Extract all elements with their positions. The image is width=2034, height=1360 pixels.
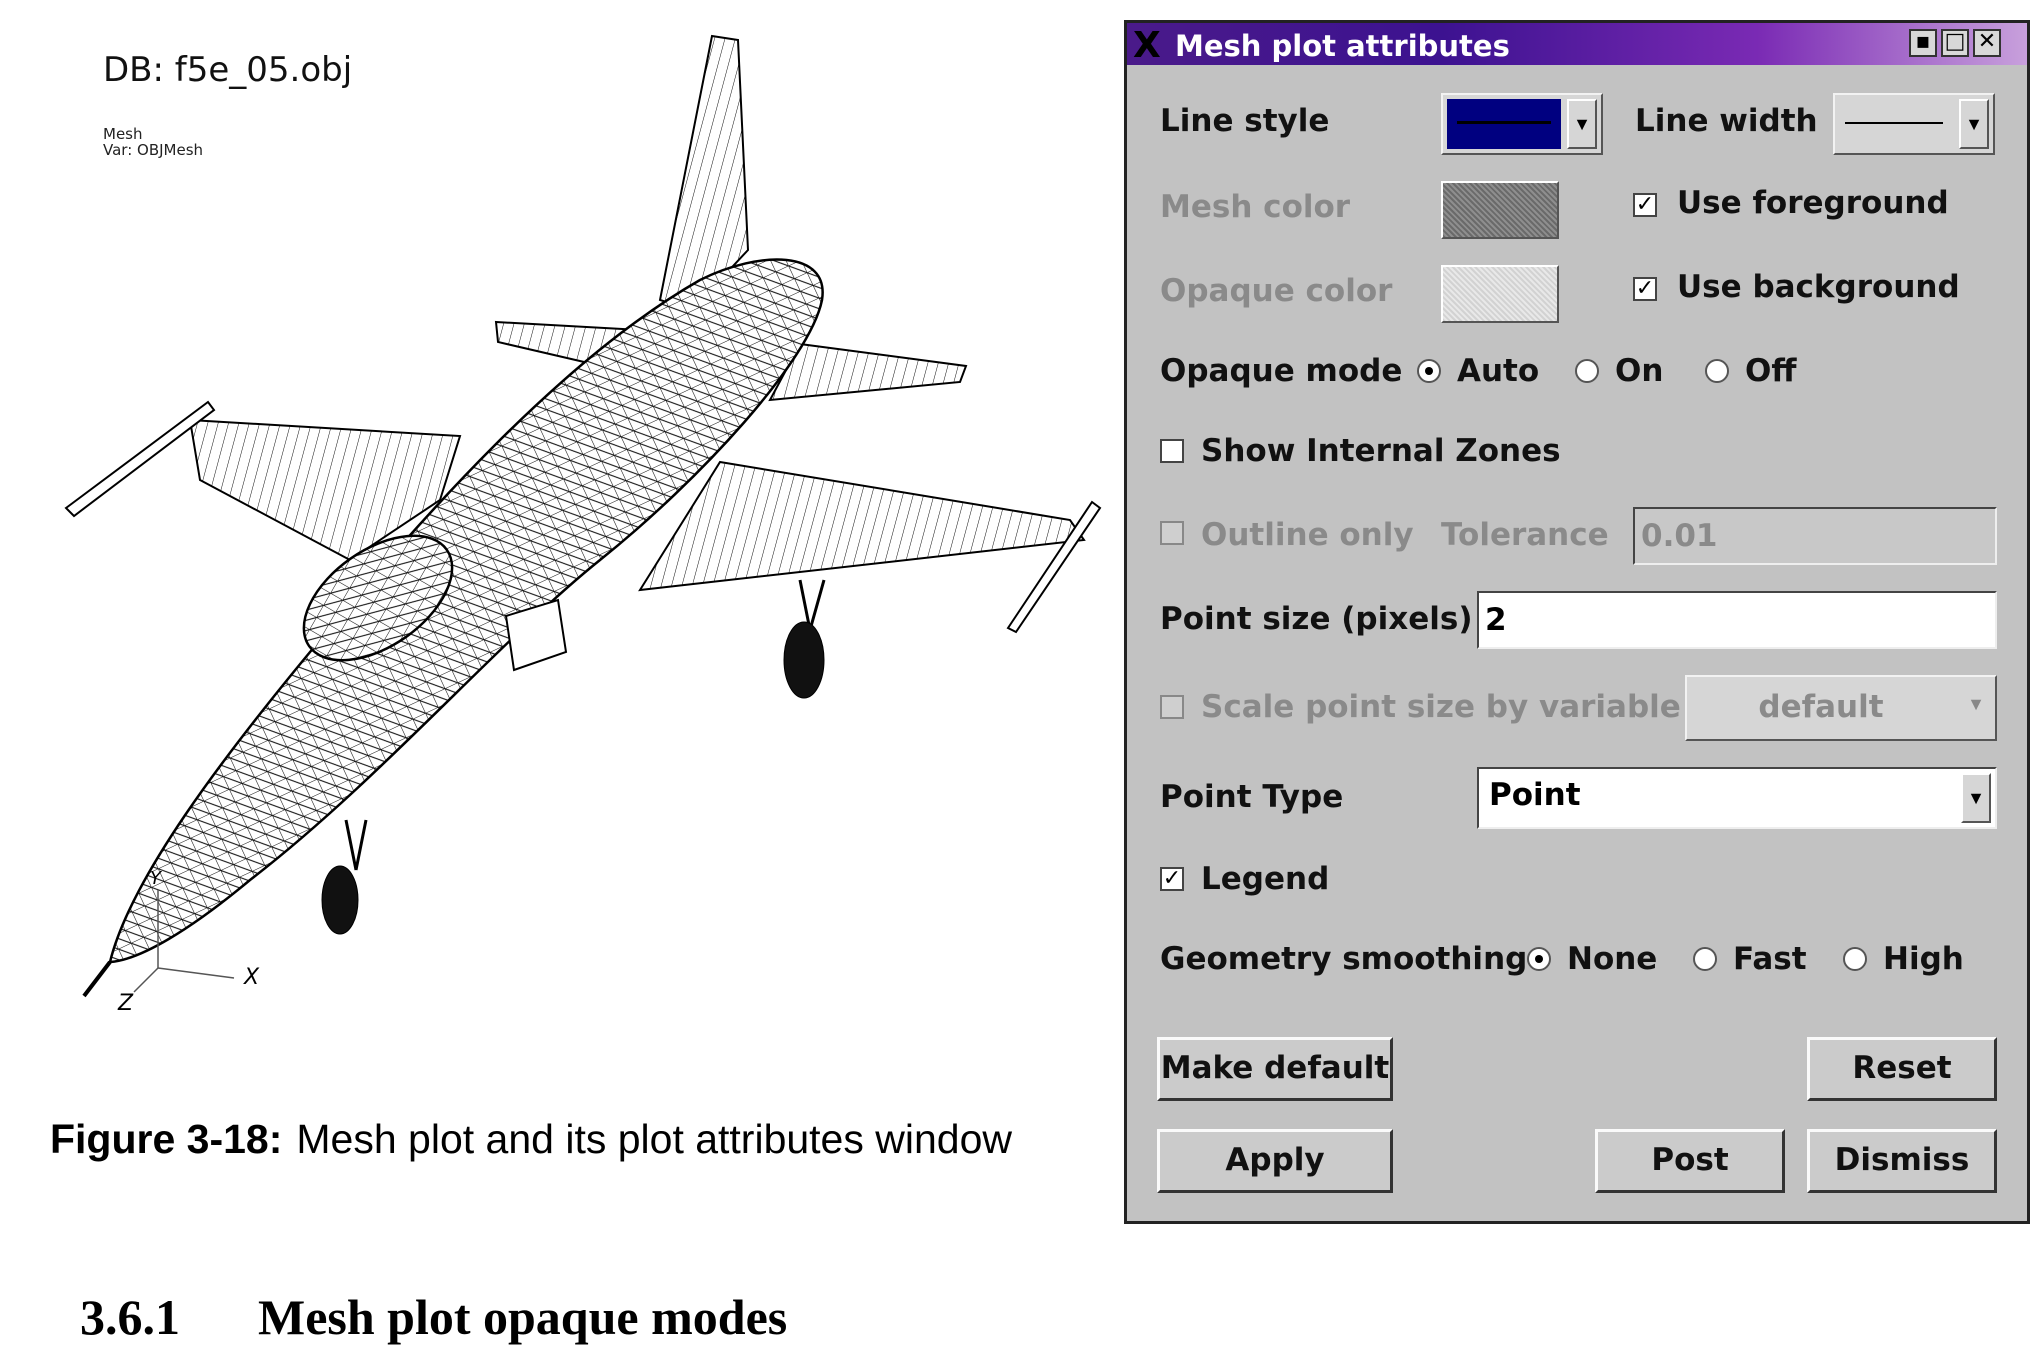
opaque-mode-label: Opaque mode	[1160, 353, 1403, 389]
point-size-label: Point size (pixels)	[1160, 601, 1473, 637]
line-style-dropdown[interactable]: ▼	[1441, 93, 1603, 155]
main-wheel	[783, 621, 825, 699]
opaque-mode-auto-label: Auto	[1457, 353, 1540, 389]
use-foreground-label: Use foreground	[1677, 185, 1949, 221]
opaque-mode-auto-radio[interactable]	[1417, 359, 1441, 383]
close-icon[interactable]: ✕	[1973, 29, 2001, 57]
tolerance-label: Tolerance	[1441, 517, 1609, 553]
nose-wheel	[321, 865, 359, 935]
chevron-down-icon[interactable]: ▼	[1961, 773, 1991, 823]
line-style-sample	[1457, 121, 1551, 124]
opaque-mode-on-label: On	[1615, 353, 1664, 389]
section-number: 3.6.1	[80, 1289, 180, 1345]
z-axis-line	[133, 967, 159, 993]
make-default-button[interactable]: Make default	[1157, 1037, 1393, 1101]
dismiss-button[interactable]: Dismiss	[1807, 1129, 1997, 1193]
opaque-mode-off-label: Off	[1745, 353, 1797, 389]
maximize-icon[interactable]: □	[1941, 29, 1969, 57]
smoothing-fast-label: Fast	[1733, 941, 1807, 977]
x-axis-line	[157, 967, 235, 979]
opaque-mode-off-radio[interactable]	[1705, 359, 1729, 383]
smoothing-high-label: High	[1883, 941, 1964, 977]
opaque-color-button[interactable]	[1441, 265, 1559, 323]
caption-text: Mesh plot and its plot attributes window	[296, 1116, 1012, 1162]
title-bar[interactable]: X Mesh plot attributes ▪ □ ✕	[1127, 23, 2027, 66]
mesh-color-label: Mesh color	[1160, 189, 1351, 225]
point-type-value: Point	[1489, 777, 1581, 813]
legend-label: Legend	[1201, 861, 1330, 897]
geometry-smoothing-label: Geometry smoothing	[1160, 941, 1528, 977]
apply-button[interactable]: Apply	[1157, 1129, 1393, 1193]
pitot-probe	[82, 960, 112, 998]
use-foreground-checkbox[interactable]: ✓	[1633, 193, 1657, 217]
scale-variable-dropdown[interactable]: default ▼	[1685, 675, 1997, 741]
mesh-plot-aircraft: X Z Y	[64, 34, 1102, 1016]
reset-button[interactable]: Reset	[1807, 1037, 1997, 1101]
outline-only-label: Outline only	[1201, 517, 1414, 553]
scale-point-size-checkbox[interactable]	[1160, 695, 1184, 719]
chevron-down-icon[interactable]: ▼	[1961, 681, 1991, 735]
point-size-input[interactable]: 2	[1477, 591, 1997, 649]
scale-variable-value: default	[1758, 689, 1884, 725]
line-width-label: Line width	[1635, 103, 1818, 139]
figure-caption: Figure 3-18: Mesh plot and its plot attri…	[50, 1116, 1012, 1163]
chevron-down-icon[interactable]: ▼	[1567, 99, 1597, 149]
z-axis-label: Z	[117, 991, 134, 1016]
use-background-checkbox[interactable]: ✓	[1633, 277, 1657, 301]
scale-point-size-label: Scale point size by variable	[1201, 689, 1681, 725]
post-button[interactable]: Post	[1595, 1129, 1785, 1193]
mesh-color-button[interactable]	[1441, 181, 1559, 239]
section-heading: 3.6.1 Mesh plot opaque modes	[80, 1288, 787, 1346]
right-wing	[638, 460, 1086, 592]
window-title: Mesh plot attributes	[1175, 29, 1510, 63]
tolerance-input[interactable]: 0.01	[1633, 507, 1997, 565]
opaque-color-label: Opaque color	[1160, 273, 1393, 309]
smoothing-none-label: None	[1567, 941, 1658, 977]
legend-checkbox[interactable]: ✓	[1160, 867, 1184, 891]
outline-only-checkbox[interactable]	[1160, 521, 1184, 545]
chevron-down-icon[interactable]: ▼	[1959, 99, 1989, 149]
line-width-dropdown[interactable]: ▼	[1833, 93, 1995, 155]
line-width-sample	[1845, 122, 1943, 124]
mesh-plot-attributes-window: X Mesh plot attributes ▪ □ ✕ Line style …	[1124, 20, 2030, 1224]
section-title: Mesh plot opaque modes	[258, 1289, 788, 1345]
smoothing-fast-radio[interactable]	[1693, 947, 1717, 971]
smoothing-none-radio[interactable]	[1527, 947, 1551, 971]
line-style-swatch	[1447, 99, 1561, 149]
caption-label: Figure 3-18:	[50, 1116, 283, 1162]
opaque-mode-on-radio[interactable]	[1575, 359, 1599, 383]
fuselage	[108, 258, 824, 964]
x-axis-label: X	[243, 965, 260, 990]
show-internal-zones-label: Show Internal Zones	[1201, 433, 1561, 469]
left-wingtip-tank	[64, 400, 216, 518]
use-background-label: Use background	[1677, 269, 1960, 305]
line-style-label: Line style	[1160, 103, 1330, 139]
smoothing-high-radio[interactable]	[1843, 947, 1867, 971]
x-logo-icon[interactable]: X	[1133, 25, 1161, 66]
point-type-label: Point Type	[1160, 779, 1344, 815]
iconify-icon[interactable]: ▪	[1909, 29, 1937, 57]
nose-gear	[344, 819, 368, 871]
show-internal-zones-checkbox[interactable]	[1160, 439, 1184, 463]
point-type-dropdown[interactable]: Point ▼	[1477, 767, 1997, 829]
